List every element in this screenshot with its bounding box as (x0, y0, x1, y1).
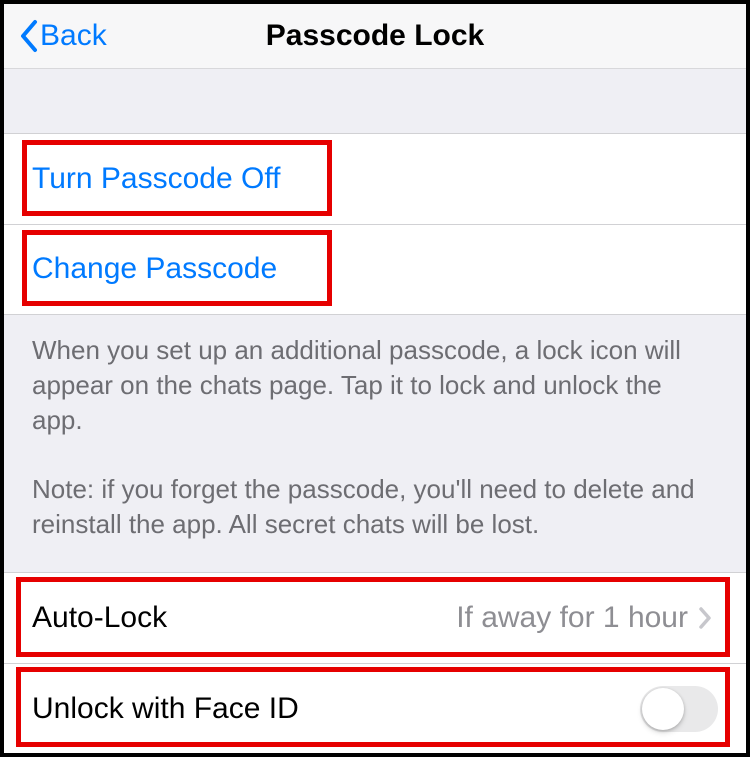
chevron-left-icon (18, 19, 38, 53)
section-gap (4, 69, 746, 134)
options-group: Auto-Lock If away for 1 hour Unlock with… (4, 572, 746, 753)
section-footer-text: When you set up an additional passcode, … (4, 315, 746, 572)
unlock-face-id-row: Unlock with Face ID (4, 663, 746, 753)
turn-passcode-off-label: Turn Passcode Off (32, 162, 280, 196)
turn-passcode-off-row[interactable]: Turn Passcode Off (4, 134, 746, 224)
back-label: Back (40, 19, 107, 53)
unlock-face-id-label: Unlock with Face ID (32, 692, 299, 726)
toggle-knob (642, 688, 684, 730)
chevron-right-icon (698, 606, 712, 630)
back-button[interactable]: Back (18, 19, 107, 53)
change-passcode-label: Change Passcode (32, 252, 277, 286)
auto-lock-value: If away for 1 hour (456, 601, 718, 635)
auto-lock-row[interactable]: Auto-Lock If away for 1 hour (4, 573, 746, 663)
footer-paragraph: Note: if you forget the passcode, you'll… (32, 472, 718, 542)
face-id-toggle[interactable] (640, 686, 718, 732)
footer-paragraph: When you set up an additional passcode, … (32, 333, 718, 438)
navbar: Back Passcode Lock (4, 4, 746, 69)
change-passcode-row[interactable]: Change Passcode (4, 224, 746, 314)
auto-lock-value-text: If away for 1 hour (456, 601, 688, 635)
auto-lock-label: Auto-Lock (32, 601, 167, 635)
page-title: Passcode Lock (266, 19, 484, 53)
passcode-actions-group: Turn Passcode Off Change Passcode (4, 134, 746, 315)
